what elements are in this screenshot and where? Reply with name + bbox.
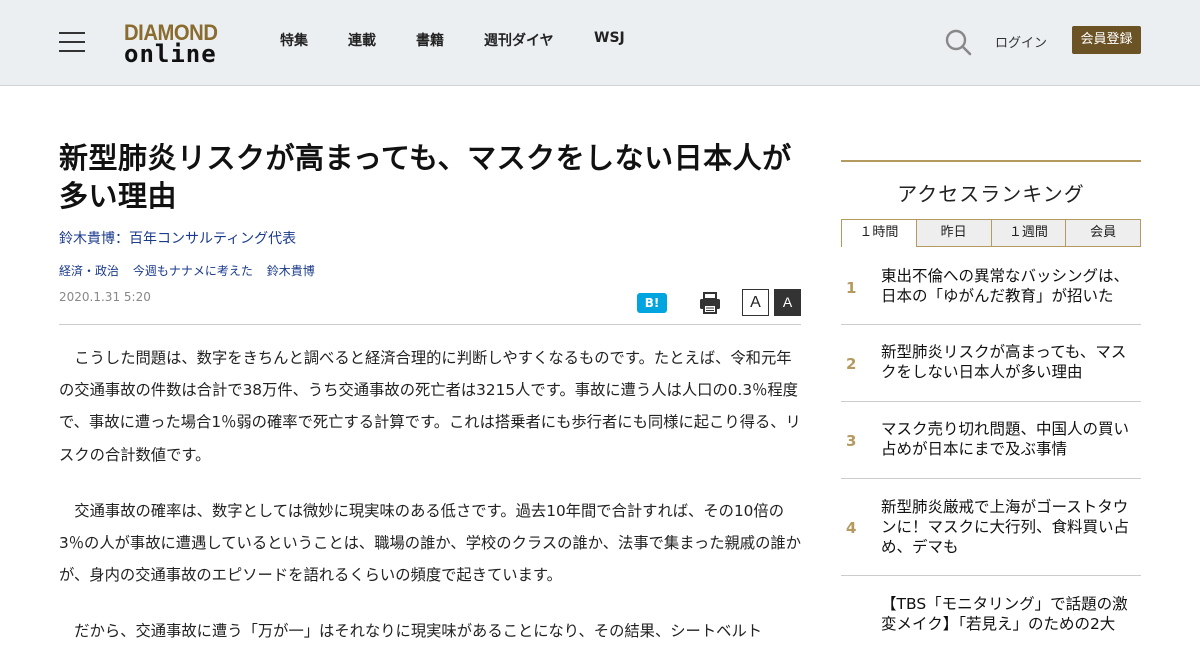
- ranking-item[interactable]: 【TBS「モニタリング」で話題の激変メイク】「若見え」のための2大: [841, 576, 1141, 656]
- article-author[interactable]: 鈴木貴博：百年コンサルティング代表: [59, 228, 296, 248]
- nav-item-books[interactable]: 書籍: [416, 30, 444, 52]
- rank-title: 新型肺炎厳戒で上海がゴーストタウンに！マスクに大行列、食料買い占め、デマも: [881, 498, 1130, 556]
- logo-bottom-text: online: [124, 40, 217, 68]
- tab-1-week[interactable]: １週間: [991, 219, 1067, 247]
- article-tags: 経済・政治 今週もナナメに考えた 鈴木貴博: [59, 262, 325, 279]
- rank-number: 2: [846, 355, 857, 373]
- ranking-tabs: １時間 昨日 １週間 会員: [841, 219, 1141, 247]
- rank-title: 【TBS「モニタリング」で話題の激変メイク】「若見え」のための2大: [881, 595, 1128, 633]
- article-paragraph: だから、交通事故に遭う「万が一」はそれなりに現実味があることになり、その結果、シ…: [74, 622, 763, 641]
- ranking-item[interactable]: 2 新型肺炎リスクが高まっても、マスクをしない日本人が多い理由: [841, 325, 1141, 402]
- site-header: DIAMOND online 特集 連載 書籍 週刊ダイヤ WSJ ログイン 会…: [0, 0, 1200, 86]
- nav-item-series[interactable]: 連載: [348, 30, 376, 52]
- tab-yesterday[interactable]: 昨日: [916, 219, 992, 247]
- menu-icon[interactable]: [59, 32, 85, 52]
- register-button[interactable]: 会員登録: [1072, 26, 1141, 54]
- nav-item-features[interactable]: 特集: [280, 30, 308, 52]
- article-paragraph: 交通事故の確率は、数字としては微妙に現実味のある低さです。過去10年間で合計すれ…: [59, 501, 801, 585]
- login-link[interactable]: ログイン: [995, 32, 1047, 51]
- article-body: こうした問題は、数字をきちんと調べると経済合理的に判断しやすくなるものです。たと…: [59, 342, 801, 672]
- tag-link[interactable]: 鈴木貴博: [267, 264, 315, 278]
- font-size-small-button[interactable]: A: [742, 289, 769, 316]
- nav-item-weekly-diamond[interactable]: 週刊ダイヤ: [484, 30, 554, 52]
- ranking-item[interactable]: 1 東出不倫への異常なバッシングは、日本の「ゆがんだ教育」が招いた: [841, 247, 1141, 325]
- rank-number: 3: [846, 432, 857, 450]
- tab-members[interactable]: 会員: [1066, 219, 1141, 247]
- rank-title: マスク売り切れ問題、中国人の買い占めが日本にまで及ぶ事情: [881, 420, 1130, 458]
- ranking-list: 1 東出不倫への異常なバッシングは、日本の「ゆがんだ教育」が招いた 2 新型肺炎…: [841, 247, 1141, 656]
- rank-title: 新型肺炎リスクが高まっても、マスクをしない日本人が多い理由: [881, 343, 1127, 381]
- rank-title: 東出不倫への異常なバッシングは、日本の「ゆがんだ教育」が招いた: [881, 267, 1130, 305]
- search-icon[interactable]: [944, 28, 972, 56]
- article-paragraph: こうした問題は、数字をきちんと調べると経済合理的に判断しやすくなるものです。たと…: [59, 349, 801, 464]
- article-date: 2020.1.31 5:20: [59, 290, 151, 304]
- rank-number: 1: [846, 279, 857, 297]
- hatena-bookmark-button[interactable]: B!: [637, 293, 667, 313]
- divider: [59, 324, 801, 325]
- ranking-heading: アクセスランキング: [897, 182, 1085, 206]
- article-title: 新型肺炎リスクが高まっても、マスクをしない日本人が多い理由: [59, 141, 792, 213]
- site-logo[interactable]: DIAMOND online: [124, 20, 228, 68]
- access-ranking: アクセスランキング １時間 昨日 １週間 会員 1 東出不倫への異常なバッシング…: [841, 160, 1141, 633]
- tab-1-hour[interactable]: １時間: [841, 219, 917, 247]
- ranking-item[interactable]: 3 マスク売り切れ問題、中国人の買い占めが日本にまで及ぶ事情: [841, 402, 1141, 479]
- tag-link[interactable]: 経済・政治: [59, 264, 119, 278]
- nav-item-wsj[interactable]: WSJ: [594, 30, 625, 52]
- rank-number: 4: [846, 519, 857, 537]
- ranking-item[interactable]: 4 新型肺炎厳戒で上海がゴーストタウンに！マスクに大行列、食料買い占め、デマも: [841, 479, 1141, 576]
- print-icon[interactable]: [699, 291, 721, 315]
- font-size-large-button[interactable]: A: [774, 289, 801, 316]
- tag-link[interactable]: 今週もナナメに考えた: [133, 264, 253, 278]
- ranking-top-border: [841, 160, 1141, 162]
